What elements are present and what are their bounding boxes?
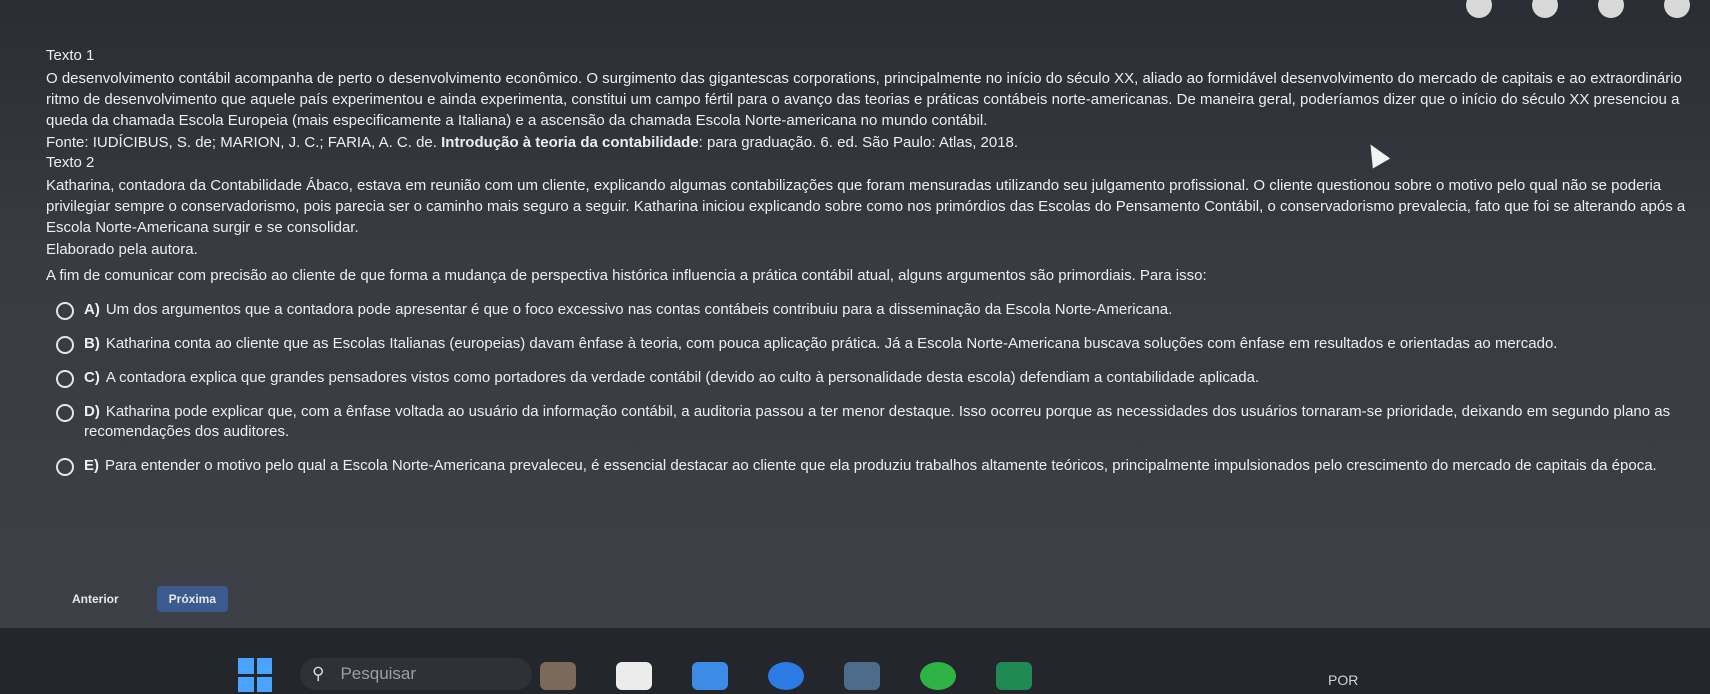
radio-button[interactable] [56, 302, 74, 320]
option-letter: D) [84, 403, 100, 420]
question-content: Texto 1 O desenvolvimento contábil acomp… [46, 46, 1686, 490]
widgets-icon[interactable] [540, 662, 576, 690]
texto1-source: Fonte: IUDÍCIBUS, S. de; MARION, J. C.; … [46, 133, 1686, 153]
option-text: Katharina conta ao cliente que as Escola… [105, 335, 1558, 352]
edge-browser-icon[interactable] [768, 662, 804, 690]
option-text: Um dos argumentos que a contadora pode a… [105, 301, 1173, 318]
texto2-body: Katharina, contadora da Contabilidade Áb… [46, 177, 1686, 236]
option-letter: C) [84, 369, 100, 386]
answer-options: A) Um dos argumentos que a contadora pode… [56, 300, 1686, 476]
language-indicator[interactable]: POR [1328, 672, 1358, 688]
next-button[interactable]: Próxima [156, 586, 229, 612]
option-d[interactable]: D) Katharina pode explicar que, com a ênf… [56, 402, 1686, 442]
taskbar-search[interactable]: ⚲ Pesquisar [300, 658, 532, 690]
top-control-circle[interactable] [1466, 0, 1492, 18]
top-control-circle[interactable] [1598, 0, 1624, 18]
texto1-source-suffix: : para graduação. 6. ed. São Paulo: Atla… [698, 134, 1019, 151]
navigation-buttons: Anterior Próxima [60, 586, 229, 612]
taskbar: ⚲ Pesquisar POR [0, 628, 1710, 694]
texto1-body: O desenvolvimento contábil acompanha de … [46, 70, 1682, 129]
option-b[interactable]: B) Katharina conta ao cliente que as Esco… [56, 334, 1686, 354]
texto1-label: Texto 1 [46, 47, 95, 64]
taskbar-apps [540, 662, 1032, 690]
store-icon[interactable] [844, 662, 880, 690]
search-icon: ⚲ [312, 664, 325, 683]
texto2-source: Elaborado pela autora. [46, 241, 198, 258]
radio-button[interactable] [56, 458, 74, 476]
app-icon[interactable] [692, 662, 728, 690]
option-text: Katharina pode explicar que, com a ênfas… [84, 403, 1671, 440]
radio-button[interactable] [56, 336, 74, 354]
top-control-circle[interactable] [1532, 0, 1558, 18]
option-a[interactable]: A) Um dos argumentos que a contadora pode… [56, 300, 1686, 320]
option-letter: E) [84, 457, 99, 474]
texto2-label: Texto 2 [46, 154, 95, 171]
radio-button[interactable] [56, 404, 74, 422]
question-prompt: A fim de comunicar com precisão ao clien… [46, 267, 1207, 284]
radio-button[interactable] [56, 370, 74, 388]
option-text: A contadora explica que grandes pensador… [105, 369, 1260, 386]
texto1-source-prefix: Fonte: IUDÍCIBUS, S. de; MARION, J. C.; … [46, 134, 437, 151]
texto1-source-title: Introdução à teoria da contabilidade [441, 134, 699, 151]
top-control-circle[interactable] [1664, 0, 1690, 18]
option-c[interactable]: C) A contadora explica que grandes pensad… [56, 368, 1686, 388]
top-controls [1466, 0, 1690, 18]
spotify-icon[interactable] [920, 662, 956, 690]
option-letter: A) [84, 301, 100, 318]
option-e[interactable]: E) Para entender o motivo pelo qual a Esc… [56, 456, 1686, 476]
excel-icon[interactable] [996, 662, 1032, 690]
windows-start-icon[interactable] [238, 658, 272, 692]
search-placeholder: Pesquisar [340, 664, 417, 683]
option-text: Para entender o motivo pelo qual a Escol… [105, 457, 1657, 474]
task-view-icon[interactable] [616, 662, 652, 690]
previous-button[interactable]: Anterior [60, 586, 131, 612]
browser-viewport: Texto 1 O desenvolvimento contábil acomp… [0, 0, 1710, 628]
option-letter: B) [84, 335, 100, 352]
